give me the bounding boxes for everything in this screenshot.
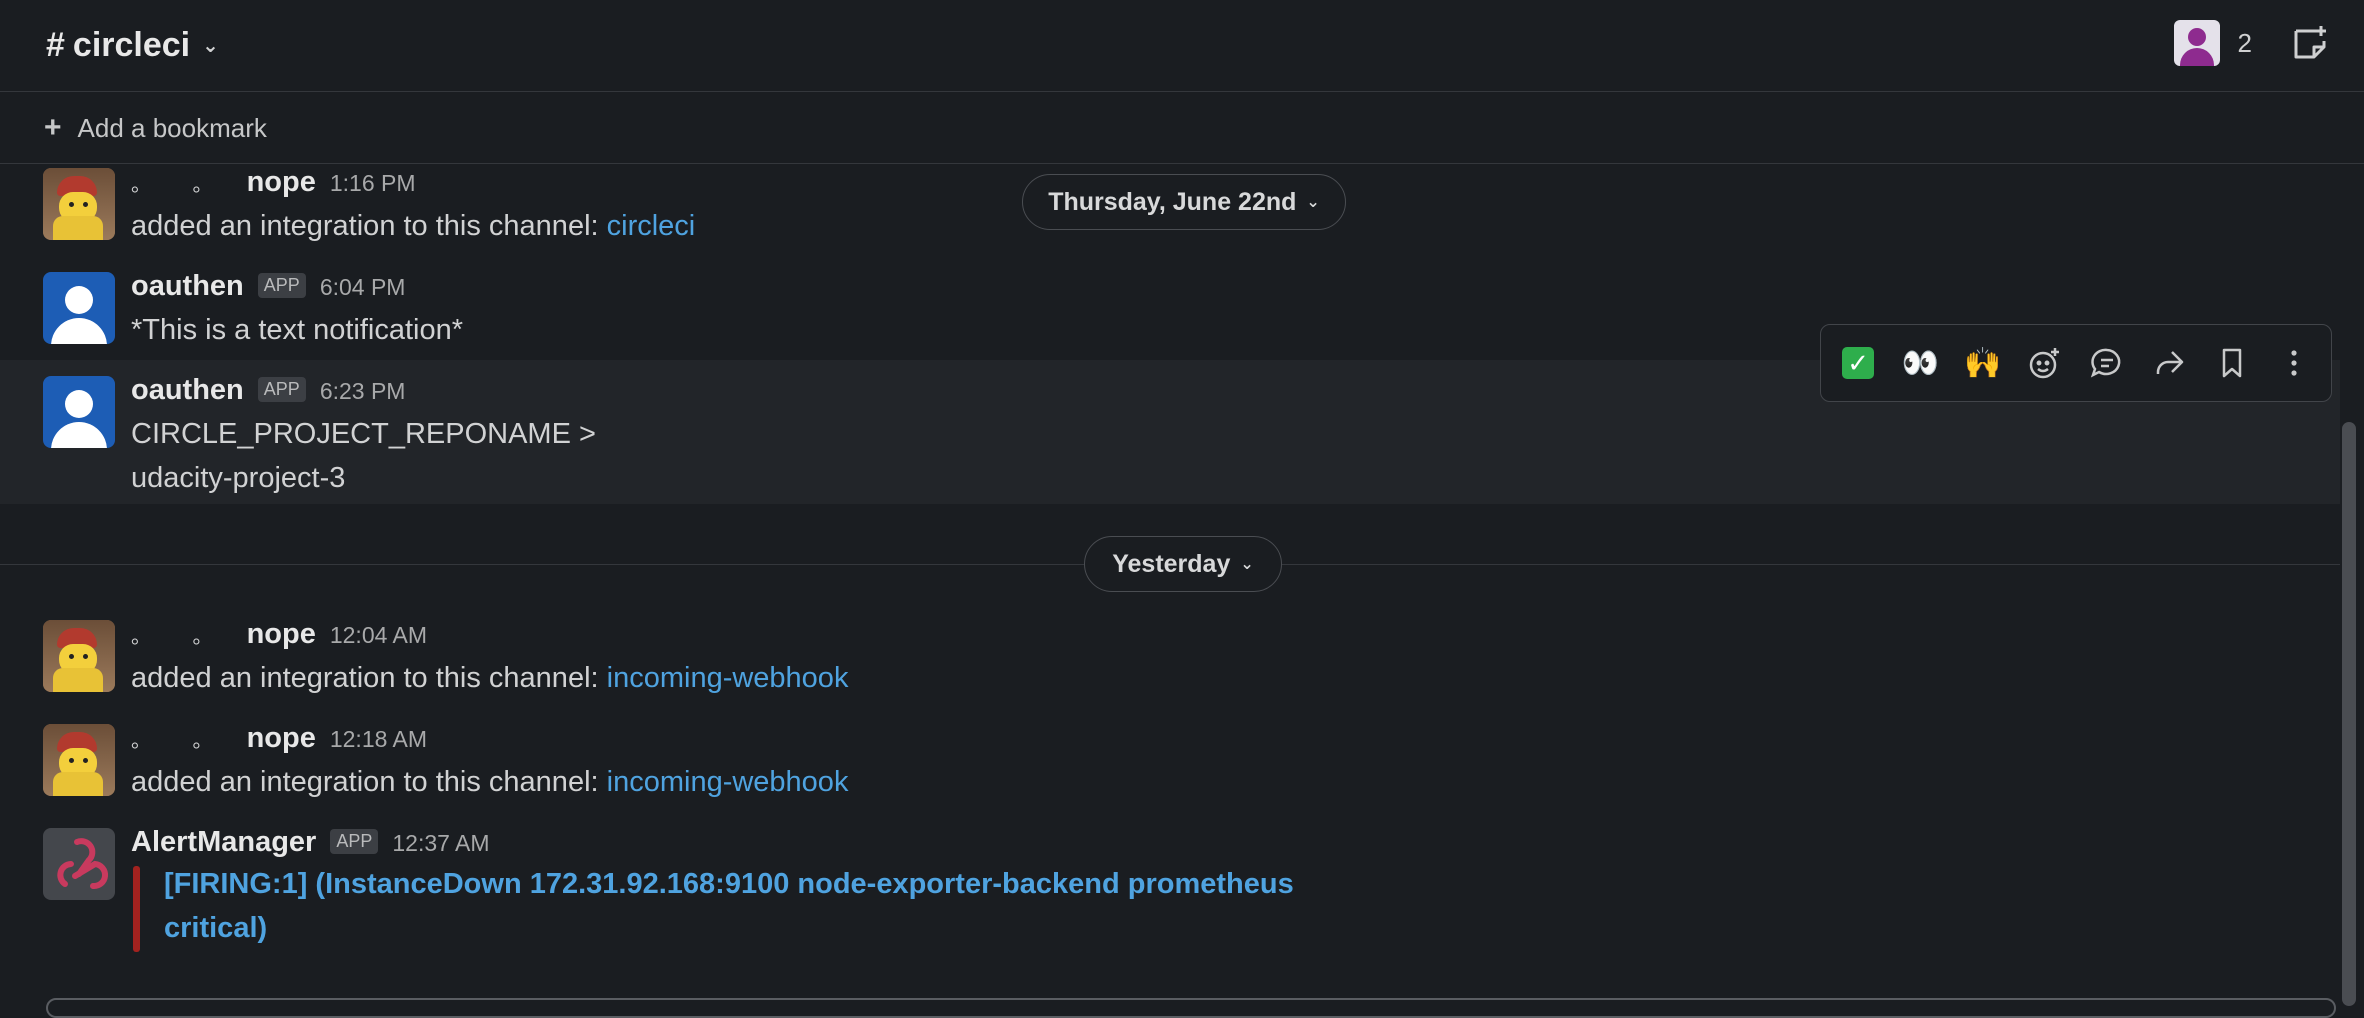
timestamp[interactable]: 12:37 AM (392, 830, 489, 857)
timestamp[interactable]: 1:16 PM (330, 170, 416, 197)
add-reaction-icon[interactable] (2019, 337, 2071, 389)
author-name[interactable]: nope (247, 722, 316, 755)
message-text: added an integration to this channel: in… (131, 656, 848, 700)
integration-link[interactable]: incoming-webhook (607, 766, 849, 798)
channel-name: circleci (72, 25, 191, 64)
avatar[interactable] (43, 376, 115, 448)
chevron-down-icon: ⌄ (202, 34, 219, 57)
author-prefix: 。 。 (131, 730, 231, 752)
author-name[interactable]: AlertManager (131, 826, 316, 859)
message-text: udacity-project-3 (131, 462, 346, 494)
add-bookmark-label: Add a bookmark (77, 112, 267, 143)
eyes-emoji: 👀 (1901, 346, 1940, 380)
message-composer[interactable] (46, 998, 2336, 1018)
chevron-down-icon: ⌄ (1240, 556, 1254, 573)
date-divider-pill[interactable]: Yesterday ⌄ (1084, 536, 1282, 592)
plus-icon: + (44, 111, 62, 144)
author-name[interactable]: oauthen (131, 270, 244, 303)
author-name[interactable]: nope (247, 166, 316, 199)
more-actions-icon[interactable] (2268, 337, 2320, 389)
app-badge: APP (257, 273, 306, 298)
reaction-raised-hands-button[interactable]: 🙌 (1957, 337, 2009, 389)
add-bookmark-button[interactable]: + Add a bookmark (44, 110, 267, 146)
alert-title-line: critical) (164, 912, 268, 944)
alert-attachment-link[interactable]: [FIRING:1] (InstanceDown 172.31.92.168:9… (164, 862, 1324, 950)
check-mark-icon: ✓ (1842, 347, 1875, 379)
bookmark-icon[interactable] (2206, 337, 2258, 389)
chevron-down-icon: ⌄ (1306, 194, 1320, 211)
channel-header: # circleci ⌄ 2 (0, 0, 2364, 92)
channel-name-button[interactable]: # circleci ⌄ (46, 22, 219, 68)
message-list: 。 。 nope 1:16 PM added an integration to… (0, 164, 2340, 1006)
reaction-check-button[interactable]: ✓ (1832, 337, 1884, 389)
date-divider-label: Thursday, June 22nd (1048, 187, 1297, 216)
avatar[interactable] (43, 620, 115, 692)
timestamp[interactable]: 6:04 PM (320, 274, 406, 301)
channel-hash: # (46, 25, 65, 64)
reaction-eyes-button[interactable]: 👀 (1894, 337, 1946, 389)
author-prefix: 。 。 (131, 626, 231, 648)
message-row[interactable]: 。 。 nope 12:04 AM added an integration t… (0, 616, 2340, 712)
message-body: added an integration to this channel: (131, 662, 607, 694)
raised-hands-emoji: 🙌 (1963, 346, 2002, 380)
canvas-icon[interactable] (2290, 23, 2330, 63)
avatar[interactable] (43, 168, 115, 240)
message-body: added an integration to this channel: (131, 210, 607, 242)
message-body: added an integration to this channel: (131, 766, 607, 798)
date-divider-pill[interactable]: Thursday, June 22nd ⌄ (1022, 174, 1346, 230)
avatar[interactable] (43, 828, 115, 900)
message-text: CIRCLE_PROJECT_REPONAME > (131, 418, 596, 450)
message-row[interactable]: 。 。 nope 12:18 AM added an integration t… (0, 720, 2340, 816)
message-text: added an integration to this channel: in… (131, 760, 848, 804)
author-name[interactable]: oauthen (131, 374, 244, 407)
bookmark-bar: + Add a bookmark (0, 92, 2364, 164)
user-avatar-icon[interactable] (2173, 20, 2220, 66)
timestamp[interactable]: 6:23 PM (320, 378, 406, 405)
member-count[interactable]: 2 (2238, 28, 2252, 59)
integration-link[interactable]: incoming-webhook (607, 662, 849, 694)
reply-in-thread-icon[interactable] (2081, 337, 2133, 389)
share-icon[interactable] (2143, 337, 2195, 389)
message-text: added an integration to this channel: ci… (131, 204, 695, 248)
alert-title-line: [FIRING:1] (InstanceDown 172.31.92.168:9… (164, 868, 1294, 900)
app-badge: APP (330, 829, 379, 854)
webhook-icon (57, 838, 109, 890)
avatar[interactable] (43, 272, 115, 344)
timestamp[interactable]: 12:18 AM (330, 726, 427, 753)
timestamp[interactable]: 12:04 AM (330, 622, 427, 649)
integration-link[interactable]: circleci (607, 210, 696, 242)
avatar[interactable] (43, 724, 115, 796)
scrollbar-thumb[interactable] (2342, 422, 2356, 1006)
message-text: *This is a text notification* (131, 314, 464, 346)
app-badge: APP (257, 377, 306, 402)
author-name[interactable]: nope (247, 618, 316, 651)
header-actions: 2 (2173, 18, 2330, 68)
author-prefix: 。 。 (131, 174, 231, 196)
attachment-color-bar (133, 866, 140, 952)
message-actions-toolbar: ✓ 👀 🙌 (1820, 324, 2332, 402)
date-divider-label: Yesterday (1112, 549, 1231, 578)
